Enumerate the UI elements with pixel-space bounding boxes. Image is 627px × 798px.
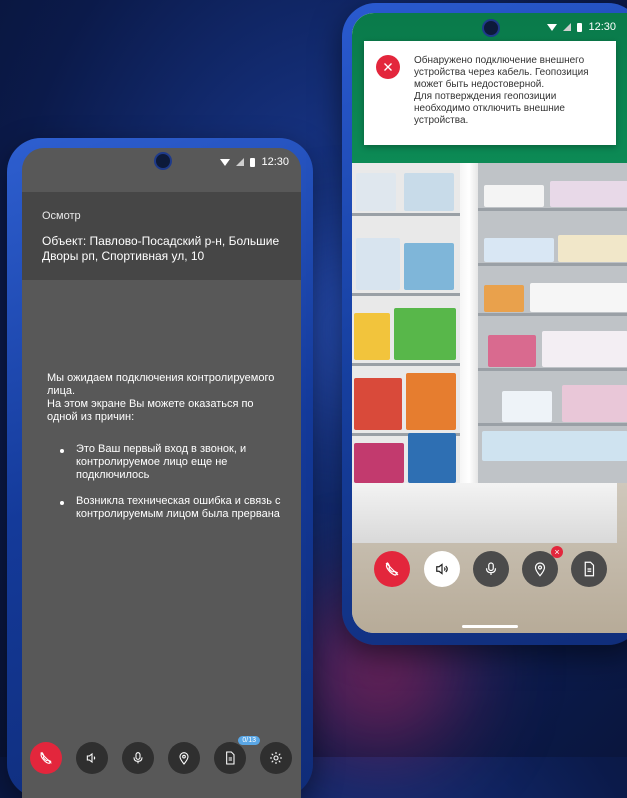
location-warning-badge: × <box>551 546 563 558</box>
documents-button[interactable] <box>571 551 607 587</box>
product <box>558 235 627 262</box>
product <box>354 443 404 483</box>
shelf-line <box>352 293 460 296</box>
reasons-list: Это Ваш первый вход в звонок, и контроли… <box>60 443 290 534</box>
product <box>542 331 627 367</box>
product <box>562 385 627 422</box>
product <box>408 433 456 483</box>
external-device-warning: Обнаружено подключение внешнего устройст… <box>364 41 616 145</box>
reason-item: Возникла техническая ошибка и связь с ко… <box>60 495 290 521</box>
documents-count-badge: 0/13 <box>238 736 260 745</box>
shelf-line <box>352 363 460 366</box>
wifi-icon <box>220 158 231 166</box>
product <box>530 283 627 312</box>
documents-button[interactable]: 0/13 <box>214 736 260 774</box>
inspection-header: Осмотр Объект: Павлово-Посадский р-н, Бо… <box>22 192 301 280</box>
front-camera <box>482 19 500 37</box>
signal-icon <box>563 23 572 31</box>
product <box>482 431 627 461</box>
status-icons: 12:30 <box>220 156 289 168</box>
call-controls: × <box>352 546 627 587</box>
product <box>406 373 456 430</box>
speaker-icon <box>86 752 96 764</box>
settings-icon <box>270 752 282 764</box>
shelf-line <box>478 313 627 316</box>
shelf-line <box>478 423 627 426</box>
battery-icon <box>250 157 256 167</box>
status-time: 12:30 <box>261 156 289 168</box>
document-icon <box>584 561 595 577</box>
signal-icon <box>236 158 245 166</box>
speaker-icon <box>436 563 448 575</box>
microphone-icon <box>485 562 497 575</box>
waiting-message: Мы ожидаем подключения контролируемого л… <box>47 372 287 424</box>
warning-line-1: Обнаружено подключение внешнего устройст… <box>414 55 589 90</box>
product <box>356 173 396 211</box>
end-call-icon <box>385 562 399 576</box>
document-icon <box>226 751 235 765</box>
product <box>404 243 454 290</box>
video-pillar <box>460 163 478 493</box>
shelf-line <box>352 213 460 216</box>
microphone-button[interactable] <box>473 551 509 587</box>
shelf-line <box>478 263 627 266</box>
speaker-button[interactable] <box>424 551 460 587</box>
error-icon <box>376 55 400 79</box>
product <box>502 391 552 422</box>
left-phone-screen: 12:30 Осмотр Объект: Павлово-Посадский р… <box>22 148 301 798</box>
product <box>354 313 390 360</box>
phone-left: 12:30 Осмотр Объект: Павлово-Посадский р… <box>7 138 313 798</box>
location-button[interactable] <box>168 742 200 774</box>
battery-icon <box>577 22 583 32</box>
settings-button[interactable] <box>260 742 292 774</box>
product <box>488 335 536 367</box>
status-icons: 12:30 <box>547 21 616 33</box>
object-address: Объект: Павлово-Посадский р-н, Большие Д… <box>42 234 280 263</box>
product <box>394 308 456 360</box>
shelf-line <box>478 208 627 211</box>
waiting-line-2: На этом экране Вы можете оказаться по од… <box>47 398 254 423</box>
status-time: 12:30 <box>588 21 616 33</box>
microphone-icon <box>133 752 143 764</box>
product <box>404 173 454 211</box>
location-icon <box>179 752 189 765</box>
product <box>550 181 627 207</box>
warning-text: Обнаружено подключение внешнего устройст… <box>414 55 609 127</box>
location-button[interactable]: × <box>522 546 563 587</box>
call-controls: 0/13 <box>22 736 301 776</box>
shelf-line <box>478 368 627 371</box>
warning-line-2: Для потверждения геопозиции необходимо о… <box>414 91 565 126</box>
end-call-button[interactable] <box>374 551 410 587</box>
product <box>484 238 554 262</box>
phone-right: 12:30 Обнаружено подключение внешнего ус… <box>342 3 627 645</box>
waiting-line-1: Мы ожидаем подключения контролируемого л… <box>47 372 275 397</box>
end-call-icon <box>40 751 52 764</box>
home-indicator[interactable] <box>462 625 518 628</box>
inspection-label: Осмотр <box>42 210 81 222</box>
wifi-icon <box>547 23 558 31</box>
product <box>484 185 544 207</box>
speaker-button[interactable] <box>76 742 108 774</box>
product <box>356 238 400 290</box>
microphone-button[interactable] <box>122 742 154 774</box>
reason-item: Это Ваш первый вход в звонок, и контроли… <box>60 443 290 482</box>
location-icon <box>534 562 546 577</box>
video-counter <box>352 483 617 543</box>
right-phone-screen: 12:30 Обнаружено подключение внешнего ус… <box>352 13 627 633</box>
product <box>354 378 402 430</box>
end-call-button[interactable] <box>30 742 62 774</box>
product <box>484 285 524 312</box>
status-bar: 12:30 <box>22 148 301 192</box>
front-camera <box>154 152 172 170</box>
